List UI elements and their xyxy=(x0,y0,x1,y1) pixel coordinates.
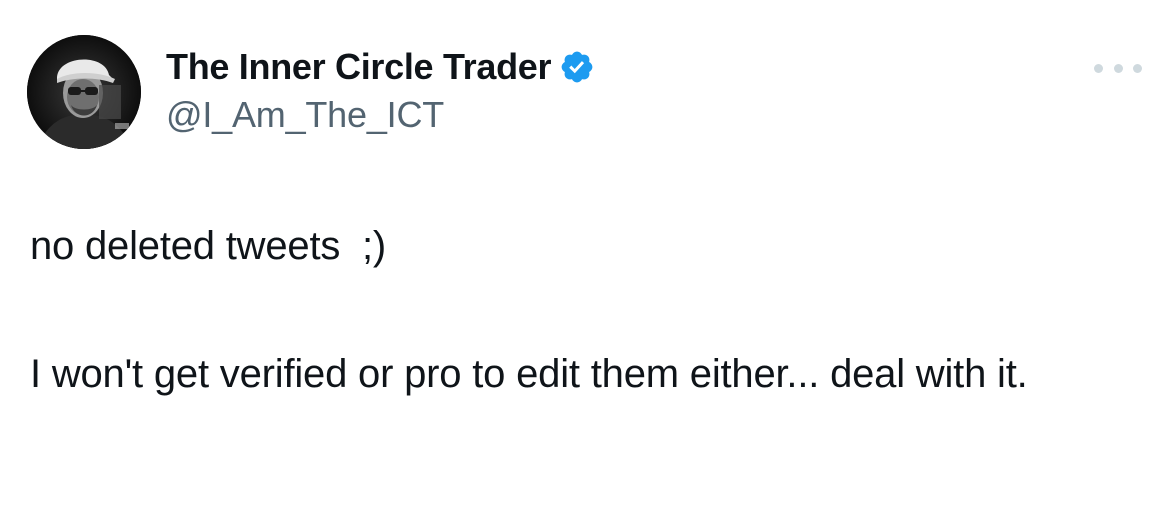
more-horizontal-icon xyxy=(1133,63,1142,73)
more-horizontal-icon xyxy=(1094,63,1103,73)
tweet-card: The Inner Circle Trader @I_Am_The_ICT no… xyxy=(0,0,1170,513)
verified-badge-icon[interactable] xyxy=(559,49,595,85)
more-options-button[interactable] xyxy=(1094,56,1142,80)
tweet-text: no deleted tweets ;) I won't get verifie… xyxy=(30,220,1140,400)
tweet-paragraph: no deleted tweets ;) xyxy=(30,224,387,268)
user-handle[interactable]: @I_Am_The_ICT xyxy=(166,94,595,136)
author-block: The Inner Circle Trader @I_Am_The_ICT xyxy=(166,44,595,136)
tweet-paragraph: I won't get verified or pro to edit them… xyxy=(30,352,1028,396)
avatar[interactable] xyxy=(27,35,141,149)
author-name-row: The Inner Circle Trader xyxy=(166,44,595,90)
display-name[interactable]: The Inner Circle Trader xyxy=(166,46,552,88)
avatar-image xyxy=(27,35,141,149)
more-horizontal-icon xyxy=(1113,63,1123,73)
